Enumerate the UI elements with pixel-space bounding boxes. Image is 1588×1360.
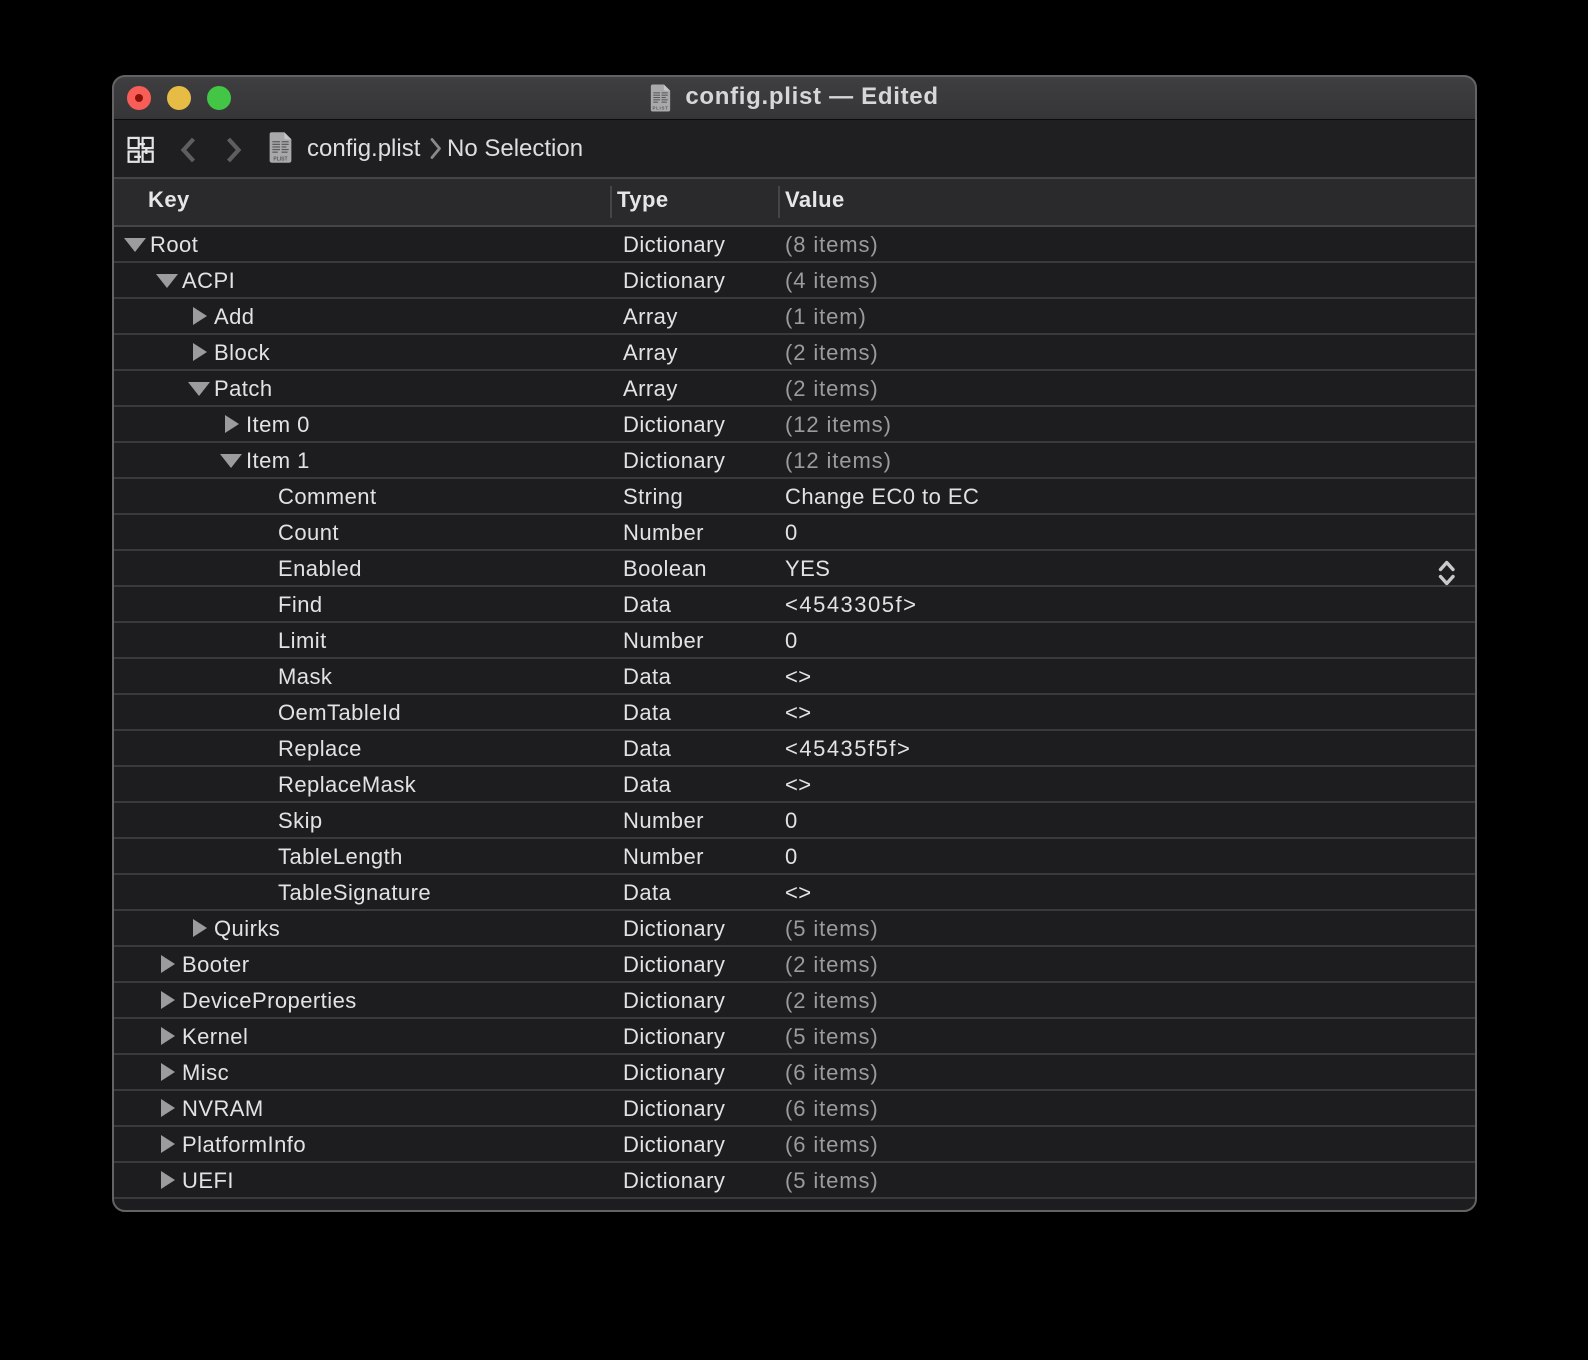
svg-text:PLIST: PLIST xyxy=(273,156,287,162)
svg-text:PLIST: PLIST xyxy=(653,105,669,110)
